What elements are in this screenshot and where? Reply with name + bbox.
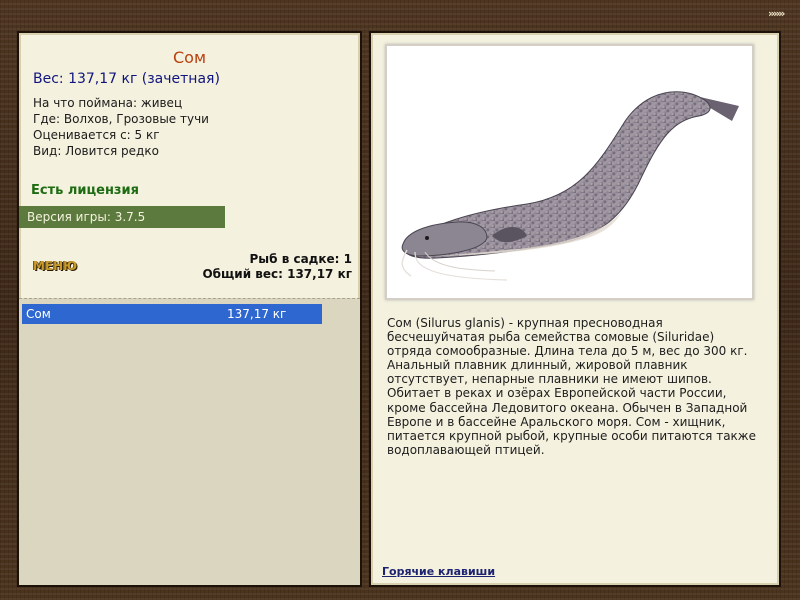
fish-description: Сом (Silurus glanis) - крупная пресновод… (387, 316, 756, 457)
fish-details-panel: Сом (Silurus glanis) - крупная пресновод… (369, 31, 781, 587)
catch-list: Сом 137,17 кг (19, 298, 360, 585)
catch-item-weight: 137,17 кг (227, 307, 287, 321)
hotkeys-link[interactable]: Горячие клавиши (382, 565, 495, 578)
fish-weight: Вес: 137,17 кг (зачетная) (33, 71, 220, 87)
catfish-image (385, 44, 754, 300)
fish-name-title: Сом (172, 48, 207, 67)
catch-list-item[interactable]: Сом 137,17 кг (22, 304, 322, 324)
keepnet-count: Рыб в садке: 1 (249, 252, 353, 266)
bait-info: На что поймана: живец (33, 96, 183, 110)
license-status: Есть лицензия (31, 183, 139, 198)
more-arrows-icon[interactable]: »»» (768, 6, 794, 22)
location-info: Где: Волхов, Грозовые тучи (33, 112, 209, 126)
version-bar: Версия игры: 3.7.5 (19, 206, 225, 228)
fish-info-panel: Сом Вес: 137,17 кг (зачетная) На что пой… (17, 31, 362, 587)
keepnet-total-weight: Общий вес: 137,17 кг (202, 267, 352, 281)
rarity-info: Вид: Ловится редко (33, 144, 159, 158)
min-weight-info: Оценивается с: 5 кг (33, 128, 160, 142)
catch-item-name: Сом (26, 307, 51, 321)
catfish-icon (401, 91, 739, 281)
menu-button[interactable]: МЕНЮ (33, 256, 85, 276)
